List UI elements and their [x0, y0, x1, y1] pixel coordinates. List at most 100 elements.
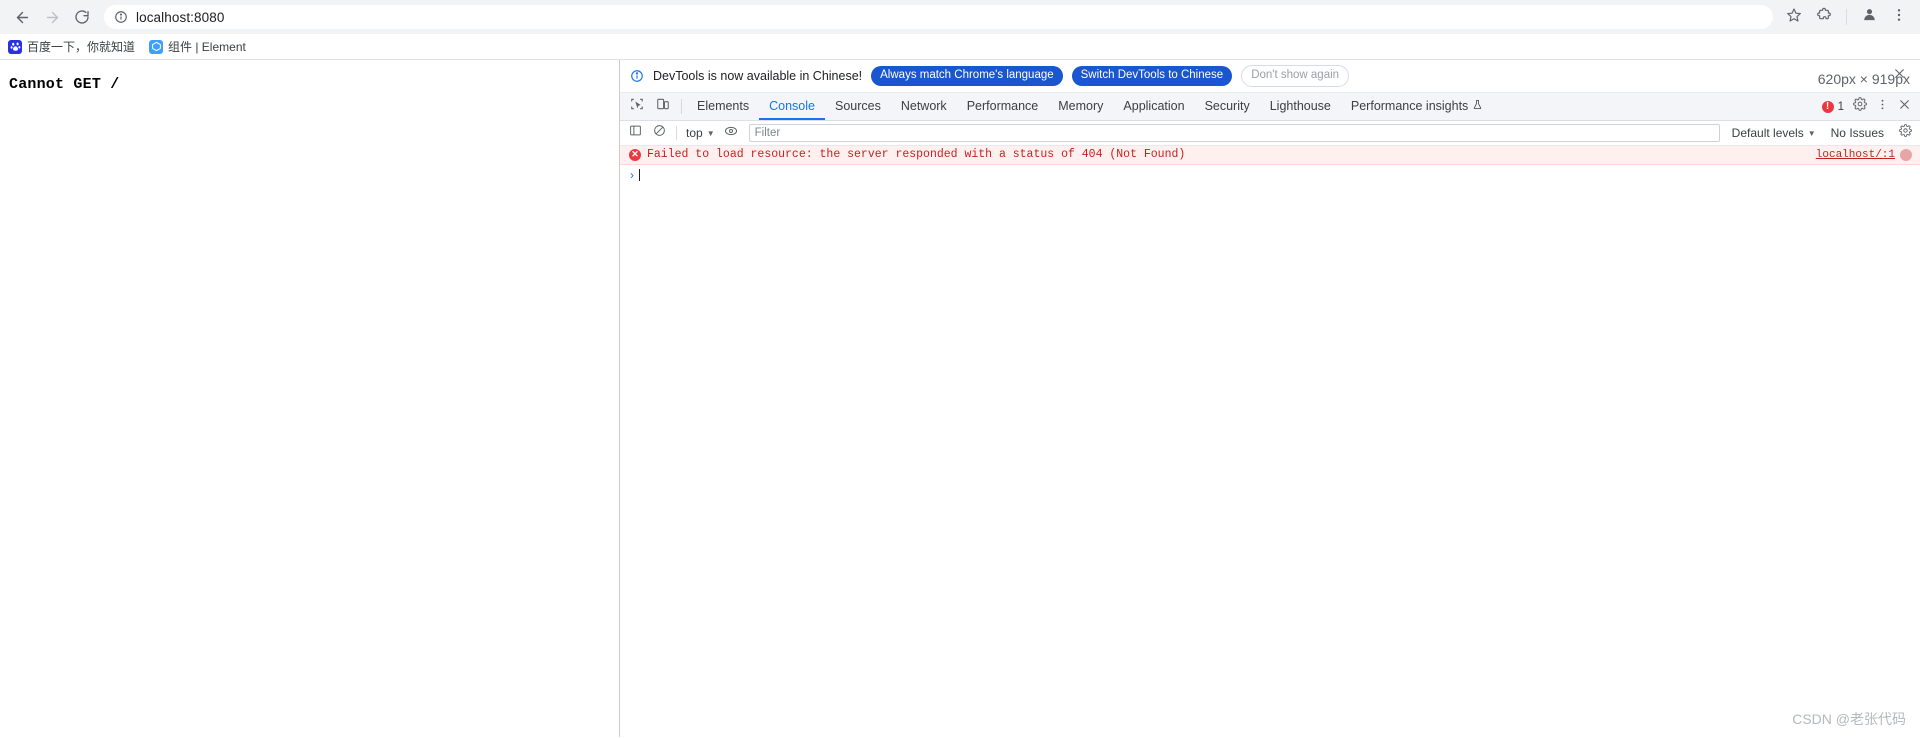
back-button[interactable] [8, 3, 36, 31]
always-match-language-button[interactable]: Always match Chrome's language [871, 65, 1063, 87]
tab-application[interactable]: Application [1113, 93, 1194, 120]
tab-label: Performance [966, 98, 1039, 113]
clear-console-icon [653, 124, 666, 142]
console-message-error[interactable]: ✕ Failed to load resource: the server re… [620, 146, 1920, 165]
prompt-arrow-icon: › [630, 168, 634, 182]
bookmarks-bar: 百度一下，你就知道 组件 | Element [0, 34, 1920, 60]
log-levels-selector[interactable]: Default levels ▼ [1727, 126, 1821, 140]
devtools-close-button[interactable] [1894, 97, 1914, 117]
notice-message: DevTools is now available in Chinese! [653, 69, 863, 83]
bookmark-element[interactable]: 组件 | Element [149, 38, 246, 55]
switch-to-chinese-button[interactable]: Switch DevTools to Chinese [1071, 65, 1233, 87]
log-levels-label: Default levels [1731, 126, 1804, 140]
toolbar-divider [1846, 9, 1847, 25]
issues-status[interactable]: No Issues [1823, 126, 1892, 140]
tab-label: Application [1123, 98, 1185, 113]
address-bar[interactable]: localhost:8080 [104, 5, 1773, 29]
element-favicon-icon [149, 39, 164, 54]
tab-security[interactable]: Security [1195, 93, 1260, 120]
browser-toolbar-actions [1781, 4, 1912, 30]
live-expression-eye-icon [724, 124, 738, 143]
tab-performance[interactable]: Performance [957, 93, 1049, 120]
reload-button[interactable] [68, 3, 96, 31]
forward-button[interactable] [38, 3, 66, 31]
error-count-label: 1 [1837, 100, 1844, 113]
console-filter-input[interactable]: Filter [748, 124, 1720, 142]
devtools-language-notice: DevTools is now available in Chinese! Al… [620, 60, 1920, 93]
devtools-settings-button[interactable] [1850, 97, 1870, 117]
live-expression-button[interactable] [720, 123, 742, 143]
tab-label: Elements [697, 98, 750, 113]
close-x-icon [1898, 98, 1911, 116]
error-count-badge[interactable]: ! 1 [1818, 100, 1848, 113]
console-prompt[interactable]: › [620, 165, 1920, 181]
execution-context-label: top [686, 126, 703, 140]
execution-context-selector[interactable]: top ▼ [683, 126, 718, 140]
console-output[interactable]: ✕ Failed to load resource: the server re… [620, 146, 1920, 737]
browser-menu-button[interactable] [1886, 4, 1912, 30]
page-viewport[interactable]: Cannot GET / [0, 60, 620, 737]
devtools-panel: DevTools is now available in Chinese! Al… [620, 60, 1920, 737]
gear-icon [1853, 97, 1867, 116]
extensions-button[interactable] [1811, 4, 1837, 30]
filter-placeholder: Filter [754, 127, 781, 139]
clear-console-button[interactable] [648, 123, 670, 143]
baidu-favicon-icon [8, 39, 22, 54]
inspect-element-button[interactable] [624, 93, 650, 120]
bookmark-label: 组件 | Element [168, 40, 246, 54]
tab-label: Security [1204, 98, 1250, 113]
main-area: Cannot GET / 620px × 919px DevTools is n… [0, 60, 1920, 737]
profile-button[interactable] [1856, 4, 1882, 30]
console-message-source-link[interactable]: localhost/:1 [1815, 148, 1912, 161]
site-info-icon[interactable] [114, 10, 128, 24]
source-info-badge-icon [1900, 148, 1912, 161]
three-dot-menu-icon [1876, 98, 1889, 116]
console-sidebar-toggle[interactable] [624, 123, 646, 143]
extensions-puzzle-icon [1816, 7, 1832, 28]
tab-label: Console [769, 98, 815, 113]
tab-label: Memory [1058, 98, 1104, 113]
watermark: CSDN @老张代码 [1792, 711, 1906, 727]
tab-console[interactable]: Console [759, 93, 825, 120]
error-circle-icon: ✕ [629, 148, 641, 161]
arrow-right-icon [44, 9, 61, 26]
chevron-down-icon: ▼ [706, 128, 715, 138]
info-circle-icon [630, 69, 644, 83]
console-message-text: Failed to load resource: the server resp… [647, 148, 1186, 161]
tab-memory[interactable]: Memory [1048, 93, 1113, 120]
arrow-left-icon [14, 9, 31, 26]
error-circle-icon: ! [1821, 100, 1834, 113]
tab-label: Lighthouse [1269, 98, 1331, 113]
address-bar-url[interactable]: localhost:8080 [136, 10, 224, 25]
profile-avatar-icon [1861, 6, 1878, 28]
tab-lighthouse[interactable]: Lighthouse [1260, 93, 1341, 120]
tab-network[interactable]: Network [891, 93, 957, 120]
viewport-size-label: 620px × 919px [1817, 71, 1910, 87]
bookmark-baidu[interactable]: 百度一下，你就知道 [8, 38, 135, 55]
page-body-text: Cannot GET / [9, 76, 120, 93]
console-toolbar-divider [676, 126, 677, 140]
inspect-element-icon [630, 97, 644, 116]
tab-label: Sources [834, 98, 881, 113]
tab-sources[interactable]: Sources [825, 93, 891, 120]
bookmark-star-button[interactable] [1781, 4, 1807, 30]
source-link-label: localhost/:1 [1815, 148, 1895, 161]
console-toolbar: top ▼ Filter Default levels ▼ No Issues [620, 121, 1920, 146]
browser-toolbar: localhost:8080 [0, 0, 1920, 34]
devtools-tabbar-actions: ! 1 [1818, 93, 1920, 120]
chevron-down-icon: ▼ [1807, 128, 1816, 138]
dont-show-again-button[interactable]: Don't show again [1241, 64, 1350, 88]
reload-icon [74, 9, 90, 25]
tab-label: Performance insights [1350, 98, 1469, 113]
console-sidebar-icon [629, 124, 642, 142]
device-toolbar-button[interactable] [650, 93, 676, 120]
device-toolbar-icon [656, 97, 670, 116]
console-settings-button[interactable] [1894, 123, 1916, 143]
devtools-more-button[interactable] [1872, 97, 1892, 117]
tab-label: Network [900, 98, 947, 113]
tab-elements[interactable]: Elements [687, 93, 759, 120]
text-cursor [639, 169, 640, 181]
tab-performance-insights[interactable]: Performance insights [1341, 93, 1493, 120]
devtools-tabbar: Elements Console Sources Network Perform… [620, 93, 1920, 121]
three-dot-menu-icon [1891, 7, 1907, 28]
